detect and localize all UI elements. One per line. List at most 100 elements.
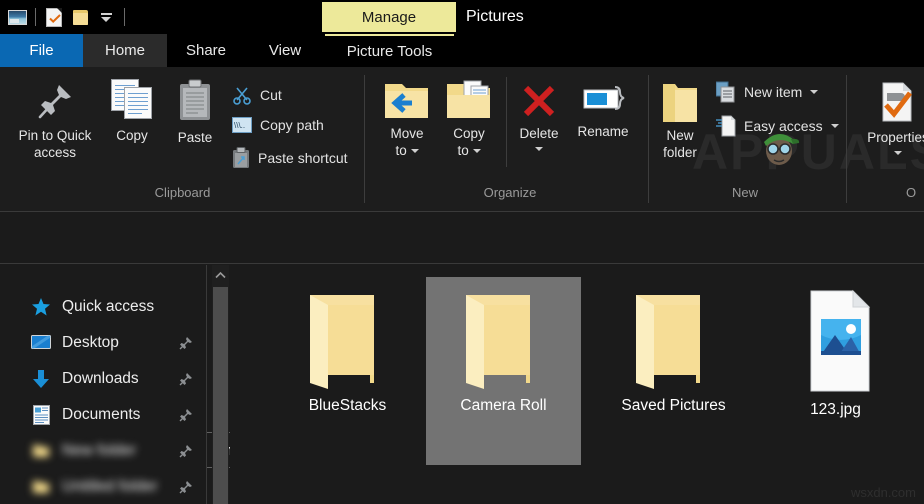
file-item-saved-pictures[interactable]: Saved Pictures bbox=[596, 277, 751, 465]
folder-icon bbox=[632, 291, 716, 389]
manage-contextual-tab[interactable]: Manage bbox=[322, 2, 456, 32]
paste-shortcut-label: Paste shortcut bbox=[258, 150, 348, 166]
pin-icon[interactable] bbox=[178, 479, 194, 495]
file-item-camera-roll[interactable]: Camera Roll bbox=[426, 277, 581, 465]
sidebar-item-downloads[interactable]: Downloads bbox=[0, 361, 206, 397]
copy-to-label: Copy to bbox=[453, 125, 485, 159]
new-item-icon bbox=[716, 81, 736, 103]
paste-shortcut-icon bbox=[232, 147, 250, 169]
file-explorer-window: Manage Pictures File Home Share View Pic… bbox=[0, 0, 924, 504]
easy-access-button[interactable]: Easy access bbox=[716, 115, 839, 137]
new-group-label: New bbox=[660, 185, 830, 200]
new-folder-button[interactable]: New folder bbox=[652, 81, 708, 161]
copy-path-icon: \\\.. bbox=[232, 117, 252, 133]
rename-label: Rename bbox=[577, 123, 628, 140]
tab-picture-tools[interactable]: Picture Tools bbox=[325, 34, 454, 67]
copy-path-button[interactable]: \\\.. Copy path bbox=[232, 117, 324, 133]
new-item-button[interactable]: New item bbox=[716, 81, 818, 103]
paste-button[interactable]: Paste bbox=[166, 79, 224, 146]
easy-access-icon bbox=[716, 115, 736, 137]
pin-icon[interactable] bbox=[178, 443, 194, 459]
cut-label: Cut bbox=[260, 87, 282, 103]
address-bar-row: ← → ⌄ ↑ ❯ This PC ❯ Pictures bbox=[0, 212, 924, 264]
properties-button[interactable]: Properties bbox=[858, 81, 924, 155]
clipboard-group-label: Clipboard bbox=[90, 185, 275, 200]
sidebar-item-folder-1[interactable]: New folder bbox=[0, 433, 206, 469]
group-divider-2 bbox=[648, 75, 649, 203]
ribbon-tab-strip: File Home Share View Picture Tools bbox=[0, 34, 924, 67]
new-folder-label: New folder bbox=[663, 127, 697, 161]
move-to-label: Move to bbox=[390, 125, 423, 159]
properties-icon bbox=[877, 81, 919, 125]
file-item-bluestacks[interactable]: BlueStacks bbox=[270, 277, 425, 465]
sidebar-label-documents: Documents bbox=[62, 406, 140, 424]
new-folder-icon[interactable] bbox=[67, 4, 93, 30]
properties-label: Properties bbox=[867, 129, 924, 146]
sidebar-label-folder-1: New folder bbox=[62, 442, 136, 460]
tab-file[interactable]: File bbox=[0, 34, 83, 67]
copy-label: Copy bbox=[116, 127, 148, 144]
scissors-icon bbox=[232, 85, 252, 105]
pin-icon bbox=[33, 79, 77, 123]
quick-access-toolbar bbox=[4, 0, 130, 34]
easy-access-caret-icon[interactable] bbox=[831, 124, 839, 128]
sidebar-item-desktop[interactable]: Desktop bbox=[0, 325, 206, 361]
download-icon bbox=[30, 369, 52, 389]
navigation-pane: Quick access Desktop Downloads Documents bbox=[0, 265, 206, 504]
scroll-up-button[interactable] bbox=[212, 265, 229, 285]
copy-button[interactable]: Copy bbox=[103, 79, 161, 144]
toolbar-divider-2 bbox=[124, 8, 125, 26]
window-title: Pictures bbox=[466, 2, 524, 32]
cut-button[interactable]: Cut bbox=[232, 85, 282, 105]
group-divider-organize-inner bbox=[506, 77, 507, 167]
sidebar-label-quick-access: Quick access bbox=[62, 298, 154, 316]
tab-home[interactable]: Home bbox=[83, 34, 167, 67]
organize-group-label: Organize bbox=[420, 185, 600, 200]
tab-share[interactable]: Share bbox=[167, 34, 245, 67]
rename-button[interactable]: Rename bbox=[572, 81, 634, 140]
sidebar-label-folder-2: Untitled folder bbox=[62, 478, 158, 496]
file-name-saved-pictures: Saved Pictures bbox=[621, 397, 725, 415]
ribbon: APPUALS Pin to Quick access bbox=[0, 67, 924, 212]
group-divider-3 bbox=[846, 75, 847, 203]
tab-view[interactable]: View bbox=[245, 34, 325, 67]
pin-icon[interactable] bbox=[178, 371, 194, 387]
properties-icon[interactable] bbox=[41, 4, 67, 30]
desktop-icon bbox=[30, 335, 52, 351]
scrollbar-thumb[interactable] bbox=[213, 287, 228, 504]
new-folder-icon bbox=[659, 81, 701, 125]
new-item-caret-icon[interactable] bbox=[810, 90, 818, 94]
sidebar-item-folder-2[interactable]: Untitled folder bbox=[0, 469, 206, 504]
pin-icon[interactable] bbox=[178, 335, 194, 351]
copy-to-icon bbox=[444, 79, 494, 123]
file-item-123-jpg[interactable]: 123.jpg bbox=[758, 277, 913, 465]
title-bar: Manage Pictures bbox=[0, 0, 924, 34]
pin-to-quick-access-button[interactable]: Pin to Quick access bbox=[14, 79, 96, 161]
toolbar-divider bbox=[35, 8, 36, 26]
file-list-view[interactable]: BlueStacks Camera Roll Saved Pictures bbox=[230, 265, 924, 504]
pin-icon[interactable] bbox=[178, 407, 194, 423]
delete-caret-icon[interactable] bbox=[535, 147, 543, 151]
folder-icon bbox=[462, 291, 546, 389]
folder-icon bbox=[30, 443, 52, 459]
pictures-icon[interactable] bbox=[4, 4, 30, 30]
paste-label: Paste bbox=[178, 129, 213, 146]
paste-icon bbox=[178, 79, 212, 121]
pane-splitter[interactable] bbox=[206, 265, 207, 504]
properties-caret-icon[interactable] bbox=[894, 151, 902, 155]
copy-to-button[interactable]: Copy to bbox=[440, 79, 498, 159]
sidebar-item-documents[interactable]: Documents bbox=[0, 397, 206, 433]
pin-to-quick-access-label: Pin to Quick access bbox=[19, 127, 92, 161]
paste-shortcut-button[interactable]: Paste shortcut bbox=[232, 147, 348, 169]
delete-button[interactable]: Delete bbox=[512, 81, 566, 151]
sidebar-item-quick-access[interactable]: Quick access bbox=[0, 289, 206, 325]
move-to-button[interactable]: Move to bbox=[378, 79, 436, 159]
jpg-file-icon bbox=[793, 289, 879, 393]
documents-icon bbox=[30, 405, 52, 425]
wsxdn-watermark: wsxdn.com bbox=[851, 485, 916, 500]
file-name-123-jpg: 123.jpg bbox=[810, 401, 861, 419]
customize-dropdown-icon[interactable] bbox=[93, 4, 119, 30]
delete-label: Delete bbox=[519, 125, 558, 142]
sidebar-label-downloads: Downloads bbox=[62, 370, 139, 388]
folder-icon bbox=[30, 479, 52, 495]
